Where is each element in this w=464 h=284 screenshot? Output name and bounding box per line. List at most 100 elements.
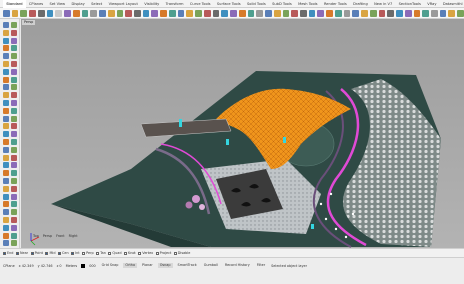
toolbox-tool-icon[interactable] [11, 22, 17, 28]
toolbox-tool-icon[interactable] [3, 115, 9, 122]
toolbox-tool-icon[interactable] [11, 185, 17, 192]
menu-tab-standard[interactable]: Standard [3, 0, 26, 8]
toolbox-tool-icon[interactable] [3, 209, 9, 216]
toolbox-tool-icon[interactable] [11, 217, 17, 223]
menu-tab-curve-tools[interactable]: Curve Tools [187, 0, 214, 8]
toolbox-tool-icon[interactable] [3, 29, 9, 36]
toolbox-tool-icon[interactable] [11, 162, 17, 169]
view-tab-front[interactable]: Front [56, 233, 65, 240]
menu-tab-viewport-layout[interactable]: Viewport Layout [105, 0, 141, 8]
toolbox-tool-icon[interactable] [3, 123, 9, 130]
viewport-label[interactable]: Persp [22, 20, 36, 25]
toolbox-tool-icon[interactable] [11, 68, 17, 75]
toolbox-tool-icon[interactable] [11, 201, 17, 208]
toolbar-tool-icon[interactable] [404, 9, 412, 17]
menu-tab-display[interactable]: Display [68, 0, 88, 8]
toolbox-tool-icon[interactable] [3, 240, 9, 247]
toolbox-tool-icon[interactable] [3, 45, 9, 52]
toolbar-tool-icon[interactable] [72, 9, 80, 17]
toolbar-tool-icon[interactable] [55, 9, 63, 17]
toolbox-tool-icon[interactable] [11, 178, 17, 184]
checkbox-icon[interactable] [155, 251, 159, 255]
toolbar-tool-icon[interactable] [308, 9, 316, 17]
toolbox-tool-icon[interactable] [3, 53, 9, 60]
toolbox-tool-icon[interactable] [3, 61, 9, 67]
osnap-disable[interactable]: Disable [173, 251, 190, 255]
toolbox-tool-icon[interactable] [11, 115, 17, 122]
toolbar-tool-icon[interactable] [107, 9, 115, 17]
checkbox-icon[interactable] [45, 251, 49, 255]
toolbar-tool-icon[interactable] [413, 9, 421, 17]
menu-tab-drafting[interactable]: Drafting [350, 0, 371, 8]
toolbox-tool-icon[interactable] [3, 193, 9, 200]
toolbox-tool-icon[interactable] [3, 146, 9, 153]
toolbar-tool-icon[interactable] [29, 9, 36, 17]
toolbox-tool-icon[interactable] [11, 146, 17, 153]
toolbar-tool-icon[interactable] [256, 9, 264, 17]
toolbar-tool-icon[interactable] [361, 9, 368, 17]
menu-tab-vray[interactable]: VRay [424, 0, 440, 8]
menu-tab-sectiontools[interactable]: SectionTools [395, 0, 424, 8]
menu-tab-set-view[interactable]: Set View [46, 0, 68, 8]
toolbox-tool-icon[interactable] [11, 100, 17, 106]
toolbar-tool-icon[interactable] [177, 9, 185, 17]
toolbox-tool-icon[interactable] [11, 170, 17, 177]
view-tab-persp[interactable]: Persp [43, 233, 52, 240]
toolbox-tool-icon[interactable] [11, 240, 17, 247]
toolbox-tool-icon[interactable] [3, 37, 9, 44]
toolbar-tool-icon[interactable] [352, 9, 360, 17]
perspective-viewport[interactable] [21, 19, 464, 248]
osnap-project[interactable]: Project [155, 251, 171, 255]
toolbox-tool-icon[interactable] [11, 123, 17, 130]
toolbar-tool-icon[interactable] [81, 9, 89, 17]
status-pane-planar[interactable]: Planar [140, 263, 155, 268]
toolbox-tool-icon[interactable] [3, 170, 9, 177]
osnap-end[interactable]: End [3, 251, 13, 255]
checkbox-icon[interactable] [82, 251, 86, 255]
toolbox-tool-icon[interactable] [11, 131, 17, 138]
toolbar-tool-icon[interactable] [134, 9, 141, 17]
menu-tab-render-tools[interactable]: Render Tools [321, 0, 350, 8]
toolbar-tool-icon[interactable] [116, 9, 124, 17]
checkbox-icon[interactable] [123, 251, 127, 255]
view-tab-top[interactable]: Top [33, 233, 39, 240]
toolbox-tool-icon[interactable] [11, 232, 17, 239]
status-pane-gumball[interactable]: Gumball [202, 263, 220, 268]
menu-tab-datasmithi[interactable]: DatasmithI [440, 0, 464, 8]
menu-tab-visibility[interactable]: Visibility [141, 0, 162, 8]
toolbox-tool-icon[interactable] [3, 100, 9, 106]
toolbox-tool-icon[interactable] [3, 92, 9, 99]
toolbox-tool-icon[interactable] [11, 92, 17, 99]
menu-tab-new-in-v7[interactable]: New in V7 [371, 0, 396, 8]
toolbox-tool-icon[interactable] [3, 107, 9, 114]
toolbar-tool-icon[interactable] [99, 9, 106, 17]
toolbar-tool-icon[interactable] [90, 9, 98, 17]
menu-tab-transform[interactable]: Transform [162, 0, 186, 8]
status-pane-filter[interactable]: Filter [255, 263, 267, 268]
status-pane-smarttrack[interactable]: SmartTrack [176, 263, 199, 268]
menu-tab-solid-tools[interactable]: Solid Tools [244, 0, 269, 8]
osnap-int[interactable]: Int [71, 251, 80, 255]
toolbar-tool-icon[interactable] [299, 9, 307, 17]
toolbar-tool-icon[interactable] [326, 9, 333, 17]
status-pane-osnap[interactable]: Osnap [157, 263, 173, 268]
toolbox-tool-icon[interactable] [11, 224, 17, 231]
toolbar-tool-icon[interactable] [230, 9, 237, 17]
toolbar-tool-icon[interactable] [247, 9, 255, 17]
menu-tab-select[interactable]: Select [88, 0, 105, 8]
toolbox-tool-icon[interactable] [3, 201, 9, 208]
toolbox-tool-icon[interactable] [11, 193, 17, 200]
toolbox-tool-icon[interactable] [3, 84, 9, 91]
toolbox-tool-icon[interactable] [11, 29, 17, 36]
checkbox-icon[interactable] [15, 251, 19, 255]
toolbox-tool-icon[interactable] [11, 209, 17, 216]
menu-tab-mesh-tools[interactable]: Mesh Tools [295, 0, 321, 8]
toolbar-tool-icon[interactable] [369, 9, 377, 17]
toolbar-tool-icon[interactable] [439, 9, 447, 17]
status-pane-grid-snap[interactable]: Grid Snap [100, 263, 121, 268]
toolbar-tool-icon[interactable] [168, 9, 176, 17]
toolbar-tool-icon[interactable] [64, 9, 71, 17]
checkbox-icon[interactable] [108, 251, 112, 255]
menu-tab-cplanes[interactable]: CPlanes [26, 0, 47, 8]
checkbox-icon[interactable] [138, 251, 142, 255]
